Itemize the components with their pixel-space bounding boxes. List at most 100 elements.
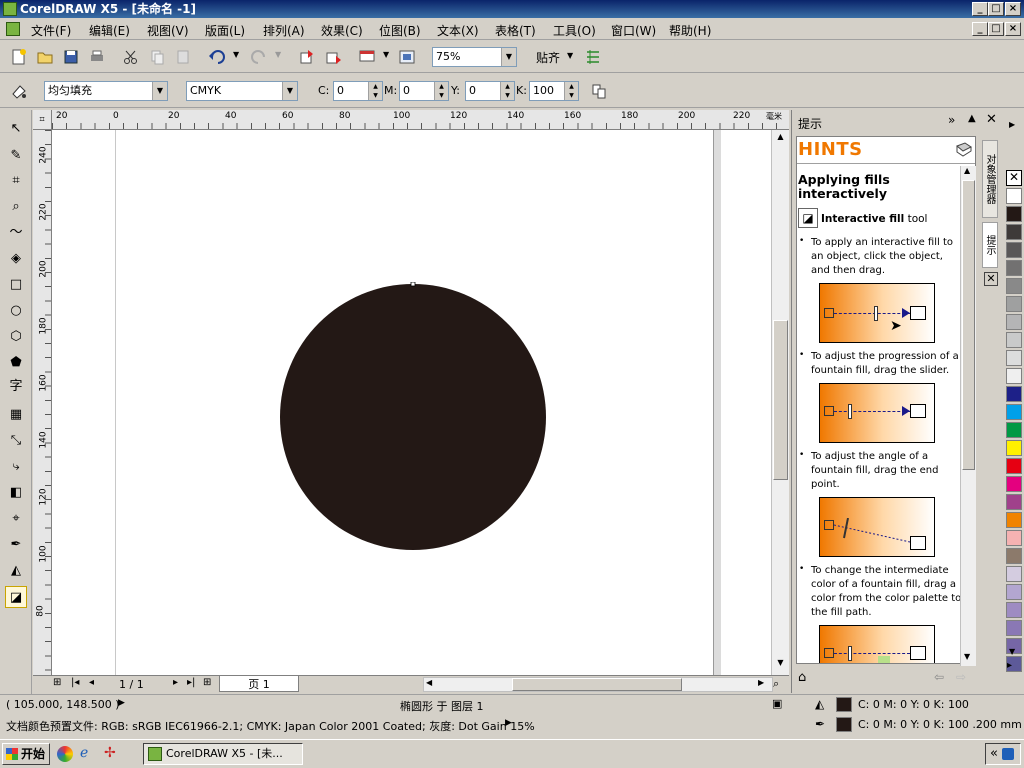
- black-spinner[interactable]: 100 ▲ ▼: [529, 81, 579, 101]
- blend-tool-icon[interactable]: ◧: [5, 482, 27, 504]
- palette-swatch[interactable]: [1006, 386, 1022, 402]
- fill-color-swatch[interactable]: [836, 697, 852, 712]
- chrome-icon[interactable]: [57, 746, 73, 762]
- no-color-swatch[interactable]: ✕: [1006, 170, 1022, 186]
- ie-icon[interactable]: ℯ: [80, 745, 88, 761]
- black-spin-arrows-icon[interactable]: ▲ ▼: [564, 82, 578, 100]
- scroll-right-icon[interactable]: ▶: [758, 678, 764, 687]
- palette-swatch[interactable]: [1006, 422, 1022, 438]
- fill-indicator-icon[interactable]: ◭: [815, 697, 824, 711]
- palette-scroll-down-icon[interactable]: ▼: [1009, 647, 1015, 656]
- palette-swatch[interactable]: [1006, 332, 1022, 348]
- doc-minimize-button[interactable]: _: [972, 22, 988, 36]
- zoom-tool-icon[interactable]: ⌕: [5, 196, 27, 218]
- menu-tools[interactable]: 工具(O): [553, 22, 596, 39]
- save-icon[interactable]: [62, 48, 80, 66]
- yellow-spinner[interactable]: 0 ▲ ▼: [465, 81, 515, 101]
- palette-swatch[interactable]: [1006, 440, 1022, 456]
- crop-tool-icon[interactable]: ⌗: [5, 170, 27, 192]
- zoom-dropdown-arrow-icon[interactable]: ▼: [501, 48, 516, 66]
- outline-pen-icon[interactable]: ✒: [815, 717, 825, 731]
- export-icon[interactable]: [324, 48, 342, 66]
- forward-icon[interactable]: ⇨: [956, 670, 966, 684]
- docker-close-icon[interactable]: ✕: [986, 112, 997, 127]
- eyedropper-tool-icon[interactable]: ⌖: [5, 508, 27, 530]
- new-icon[interactable]: [10, 48, 28, 66]
- fill-type-arrow-icon[interactable]: ▼: [152, 82, 167, 100]
- hints-scroll-up-icon[interactable]: ▲: [964, 166, 970, 175]
- h-scroll-thumb[interactable]: [512, 678, 682, 691]
- outline-tool-icon[interactable]: ✒: [5, 534, 27, 556]
- palette-swatch[interactable]: [1006, 188, 1022, 204]
- docker-collapse-icon[interactable]: ▲: [968, 113, 976, 124]
- welcome-screen-icon[interactable]: [398, 48, 416, 66]
- taskbar-coreldraw-button[interactable]: CorelDRAW X5 - [未...: [143, 743, 303, 765]
- color-model-arrow-icon[interactable]: ▼: [282, 82, 297, 100]
- palette-swatch[interactable]: [1006, 404, 1022, 420]
- palette-swatch[interactable]: [1006, 458, 1022, 474]
- first-page-icon[interactable]: |◂: [71, 677, 79, 688]
- back-icon[interactable]: ⇦: [934, 670, 944, 684]
- palette-swatch[interactable]: [1006, 350, 1022, 366]
- menu-edit[interactable]: 编辑(E): [89, 22, 130, 39]
- menu-file[interactable]: 文件(F): [31, 22, 71, 39]
- menu-table[interactable]: 表格(T): [495, 22, 536, 39]
- palette-swatch[interactable]: [1006, 566, 1022, 582]
- start-button[interactable]: 开始: [2, 743, 50, 765]
- palette-swatch[interactable]: [1006, 494, 1022, 510]
- previous-page-icon[interactable]: ◂: [89, 677, 94, 688]
- copy-icon[interactable]: [148, 48, 166, 66]
- palette-scroll-up-icon[interactable]: ▶: [1009, 120, 1015, 129]
- options-icon[interactable]: [584, 48, 602, 66]
- app-quick-icon[interactable]: ✢: [104, 745, 116, 761]
- add-page-before-icon[interactable]: ⊞: [53, 677, 61, 688]
- palette-swatch[interactable]: [1006, 224, 1022, 240]
- interactive-fill-tool-icon[interactable]: ◪: [5, 586, 27, 608]
- menu-layout[interactable]: 版面(L): [205, 22, 245, 39]
- magenta-spin-arrows-icon[interactable]: ▲ ▼: [434, 82, 448, 100]
- text-tool-icon[interactable]: 字: [5, 376, 27, 398]
- node-handle[interactable]: [410, 282, 416, 287]
- yellow-spin-arrows-icon[interactable]: ▲ ▼: [500, 82, 514, 100]
- scroll-thumb[interactable]: [773, 320, 788, 480]
- menu-effects[interactable]: 效果(C): [321, 22, 363, 39]
- menu-arrange[interactable]: 排列(A): [263, 22, 305, 39]
- fill-type-dropdown[interactable]: 均匀填充 ▼: [44, 81, 168, 101]
- scroll-down-icon[interactable]: ▼: [774, 658, 787, 671]
- hints-scroll-down-icon[interactable]: ▼: [964, 652, 970, 661]
- palette-swatch[interactable]: [1006, 314, 1022, 330]
- page-tab[interactable]: 页 1: [219, 676, 299, 692]
- redo-dropdown-icon[interactable]: ▼: [275, 50, 281, 59]
- palette-swatch[interactable]: [1006, 602, 1022, 618]
- doc-close-button[interactable]: ×: [1005, 22, 1021, 36]
- ellipse-shape[interactable]: [278, 282, 548, 552]
- outline-color-swatch[interactable]: [836, 717, 852, 732]
- menu-view[interactable]: 视图(V): [147, 22, 189, 39]
- palette-swatch[interactable]: [1006, 620, 1022, 636]
- docker-tab-close-icon[interactable]: ✕: [984, 272, 998, 286]
- connector-tool-icon[interactable]: ⤷: [5, 456, 27, 478]
- canvas-vertical-scrollbar[interactable]: ▲ ▼: [771, 130, 789, 675]
- redo-icon[interactable]: [250, 48, 268, 66]
- copy-fill-properties-icon[interactable]: [590, 82, 608, 100]
- palette-swatch[interactable]: [1006, 368, 1022, 384]
- cyan-spinner[interactable]: 0 ▲ ▼: [333, 81, 383, 101]
- minimize-button[interactable]: _: [972, 2, 988, 16]
- close-button[interactable]: ×: [1005, 2, 1021, 16]
- polygon-tool-icon[interactable]: ⬡: [5, 326, 27, 348]
- menu-bitmaps[interactable]: 位图(B): [379, 22, 421, 39]
- dimension-tool-icon[interactable]: ⤡: [5, 430, 27, 452]
- scroll-up-icon[interactable]: ▲: [774, 132, 787, 145]
- magenta-spinner[interactable]: 0 ▲ ▼: [399, 81, 449, 101]
- color-model-dropdown[interactable]: CMYK ▼: [186, 81, 298, 101]
- print-icon[interactable]: [88, 48, 106, 66]
- palette-swatch[interactable]: [1006, 242, 1022, 258]
- fill-tool-icon[interactable]: ◭: [5, 560, 27, 582]
- hints-tab[interactable]: 提示: [982, 222, 998, 268]
- home-icon[interactable]: ⌂: [798, 670, 806, 685]
- paste-icon[interactable]: [174, 48, 192, 66]
- object-manager-tab[interactable]: 对象管理器: [982, 140, 998, 218]
- cut-icon[interactable]: [122, 48, 140, 66]
- undo-dropdown-icon[interactable]: ▼: [233, 50, 239, 59]
- maximize-button[interactable]: □: [988, 2, 1004, 16]
